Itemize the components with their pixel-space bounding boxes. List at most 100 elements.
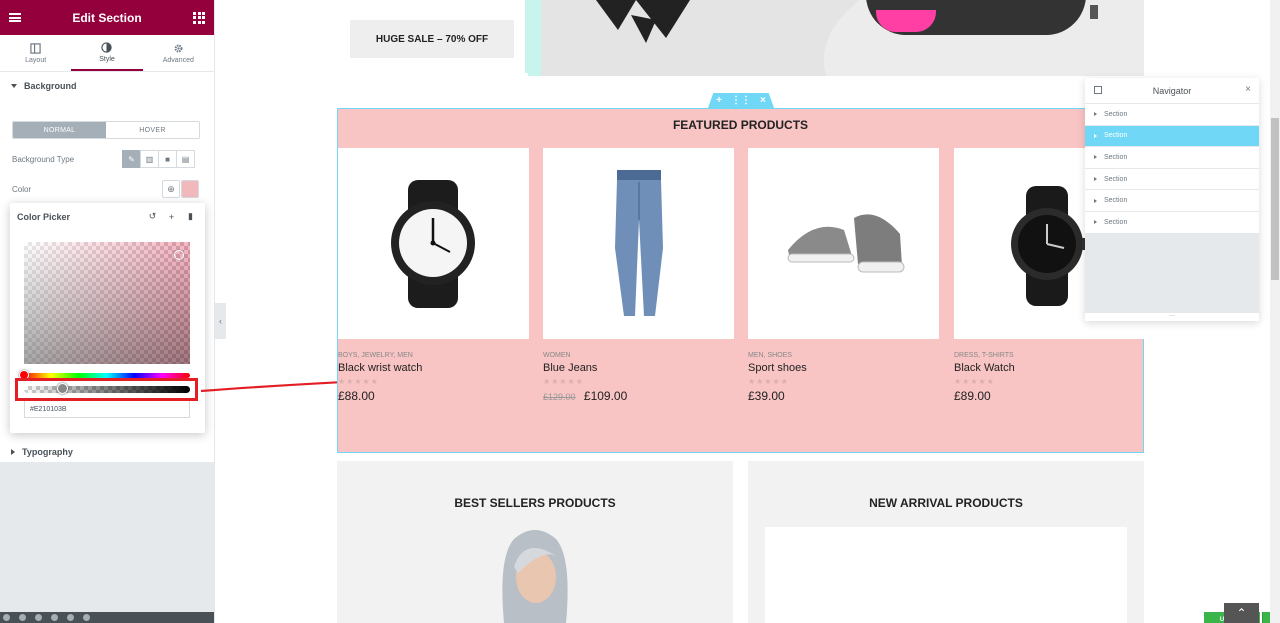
add-icon[interactable]: + bbox=[164, 209, 179, 224]
product-name[interactable]: Blue Jeans bbox=[543, 362, 734, 374]
close-icon[interactable]: × bbox=[1245, 84, 1251, 95]
panel-title: Edit Section bbox=[72, 10, 142, 25]
color-swatch[interactable] bbox=[181, 180, 199, 198]
caret-down-icon bbox=[11, 84, 17, 88]
resize-handle[interactable]: ... bbox=[1085, 311, 1259, 319]
drag-section-icon[interactable]: ⋮⋮ bbox=[731, 95, 751, 106]
current-price: £88.00 bbox=[338, 389, 375, 403]
section-handle[interactable]: + ⋮⋮ × bbox=[708, 93, 774, 108]
reset-icon[interactable]: ↺ bbox=[145, 209, 160, 224]
add-section-icon[interactable]: + bbox=[716, 95, 722, 106]
caret-right-icon[interactable] bbox=[1094, 177, 1097, 182]
rating-stars: ★★★★★ bbox=[954, 377, 995, 386]
caret-right-icon[interactable] bbox=[1094, 155, 1097, 160]
caret-right-icon[interactable] bbox=[1094, 198, 1097, 203]
brush-icon[interactable]: ✎ bbox=[122, 150, 141, 168]
navigator-header[interactable]: Navigator × bbox=[1085, 78, 1259, 103]
navigator-item-selected[interactable]: Section bbox=[1085, 124, 1259, 147]
state-toggle: NORMAL HOVER bbox=[12, 121, 200, 139]
navigator-item[interactable]: Section bbox=[1085, 167, 1259, 190]
saturation-handle[interactable] bbox=[174, 250, 184, 260]
tab-style[interactable]: Style bbox=[71, 35, 143, 71]
tab-layout[interactable]: Layout bbox=[0, 35, 71, 71]
new-arrival-title: NEW ARRIVAL PRODUCTS bbox=[869, 496, 1023, 510]
rating-stars: ★★★★★ bbox=[748, 377, 789, 386]
delete-section-icon[interactable]: × bbox=[760, 95, 766, 106]
navigator-empty-area bbox=[1085, 232, 1259, 313]
caret-right-icon[interactable] bbox=[1094, 112, 1097, 117]
tab-advanced[interactable]: Advanced bbox=[143, 35, 214, 71]
navigator-item-label: Section bbox=[1104, 110, 1128, 118]
wrist-watch-image bbox=[391, 180, 475, 308]
tab-style-label: Style bbox=[99, 55, 115, 63]
menu-icon[interactable] bbox=[9, 13, 21, 22]
collapse-panel-icon[interactable]: ‹ bbox=[215, 303, 226, 339]
layers-icon[interactable] bbox=[19, 614, 26, 621]
navigator-panel: Navigator × Section Section Section Sect… bbox=[1085, 78, 1259, 321]
state-normal-button[interactable]: NORMAL bbox=[13, 122, 106, 138]
gradient-icon[interactable]: ▥ bbox=[140, 150, 159, 168]
navigator-item[interactable]: Section bbox=[1085, 210, 1259, 233]
panel-footer bbox=[0, 612, 214, 623]
product-name[interactable]: Black wrist watch bbox=[338, 362, 529, 374]
slideshow-icon[interactable]: ▤ bbox=[176, 150, 195, 168]
tab-advanced-label: Advanced bbox=[162, 56, 194, 64]
product-categories: DRESS, T-SHIRTS bbox=[954, 352, 1014, 359]
globe-icon[interactable]: ⊕ bbox=[162, 180, 180, 198]
responsive-icon[interactable] bbox=[51, 614, 58, 621]
video-icon[interactable]: ■ bbox=[158, 150, 177, 168]
trash-icon[interactable]: ▮ bbox=[183, 209, 198, 224]
product-image[interactable] bbox=[748, 148, 939, 339]
navigator-item[interactable]: Section bbox=[1085, 146, 1259, 168]
tab-layout-label: Layout bbox=[25, 56, 47, 64]
collapse-all-icon[interactable] bbox=[1094, 86, 1102, 94]
shoe-photo bbox=[866, 0, 1086, 35]
settings-icon[interactable] bbox=[3, 614, 10, 621]
hero-scroll-indicator bbox=[1090, 5, 1098, 19]
product-card[interactable]: BOYS, JEWELRY, MEN Black wrist watch ★★★… bbox=[338, 148, 529, 403]
widgets-grid-icon[interactable] bbox=[193, 11, 205, 24]
product-card[interactable]: WOMEN Blue Jeans ★★★★★ £129.00 £109.00 bbox=[543, 148, 734, 403]
history-icon[interactable] bbox=[35, 614, 42, 621]
navigator-item[interactable]: Section bbox=[1085, 103, 1259, 125]
hero-divider bbox=[528, 0, 541, 76]
product-image[interactable] bbox=[543, 148, 734, 339]
page-scrollbar[interactable] bbox=[1270, 0, 1280, 623]
product-categories: WOMEN bbox=[543, 352, 571, 359]
navigator-item-label: Section bbox=[1104, 197, 1128, 205]
current-price: £109.00 bbox=[583, 389, 628, 403]
scrollbar-thumb[interactable] bbox=[1271, 118, 1279, 280]
help-icon[interactable] bbox=[83, 614, 90, 621]
product-price: £88.00 bbox=[338, 389, 529, 403]
background-type-label: Background Type bbox=[12, 155, 75, 164]
product-categories: MEN, SHOES bbox=[748, 352, 792, 359]
product-name[interactable]: Black Watch bbox=[954, 362, 1145, 374]
annotation-highlight-box bbox=[15, 378, 198, 401]
panel-empty-area bbox=[0, 462, 214, 612]
product-name[interactable]: Sport shoes bbox=[748, 362, 939, 374]
layout-icon bbox=[30, 42, 41, 54]
saturation-area[interactable] bbox=[24, 242, 190, 364]
product-card[interactable]: MEN, SHOES Sport shoes ★★★★★ £39.00 bbox=[748, 148, 939, 403]
state-hover-button[interactable]: HOVER bbox=[106, 122, 199, 138]
new-arrival-section[interactable]: NEW ARRIVAL PRODUCTS bbox=[748, 461, 1144, 623]
style-icon bbox=[101, 41, 113, 53]
back-to-top-button[interactable]: ⌃ bbox=[1224, 603, 1259, 623]
featured-products-section[interactable]: FEATURED PRODUCTS BOYS, JEWELRY, MEN Bla… bbox=[337, 108, 1145, 453]
hero-banner-image bbox=[541, 0, 1144, 76]
caret-right-icon[interactable] bbox=[1094, 220, 1097, 225]
background-section-header[interactable]: Background bbox=[0, 72, 214, 100]
rating-stars: ★★★★★ bbox=[543, 377, 584, 386]
hex-color-input[interactable] bbox=[24, 400, 190, 418]
jeans-image bbox=[615, 170, 663, 316]
product-categories: BOYS, JEWELRY, MEN bbox=[338, 352, 413, 359]
model-photo bbox=[502, 530, 568, 623]
hero-sale-button[interactable]: HUGE SALE – 70% OFF bbox=[350, 20, 514, 58]
rating-stars: ★★★★★ bbox=[338, 377, 379, 386]
preview-icon[interactable] bbox=[67, 614, 74, 621]
panel-tabs: Layout Style Advanced bbox=[0, 35, 214, 72]
navigator-item[interactable]: Section bbox=[1085, 189, 1259, 211]
panel-header: Edit Section bbox=[0, 0, 214, 35]
product-image[interactable] bbox=[338, 148, 529, 339]
caret-right-icon[interactable] bbox=[1094, 133, 1097, 138]
